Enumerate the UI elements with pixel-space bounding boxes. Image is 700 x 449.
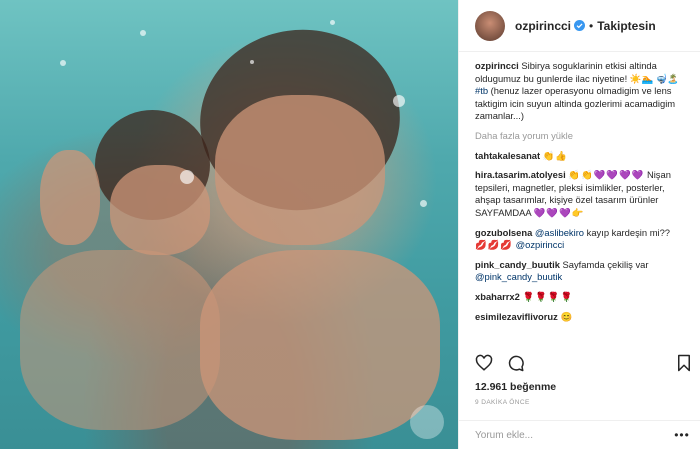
comment-emoji: 💋💋💋	[475, 239, 514, 251]
photo-body-shape	[200, 250, 440, 440]
comment-text: kayıp kardeşin mi??	[586, 226, 671, 238]
comment-item: gozubolsena @aslibekiro kayıp kardeşin m…	[475, 227, 692, 252]
comment-item: esimilezaviflivoruz 😊	[475, 311, 692, 324]
comment-bubble-icon[interactable]	[507, 354, 525, 372]
comment-emoji: 👏👍	[542, 149, 569, 161]
comment-item: tahtakalesanat 👏👍	[475, 150, 692, 163]
comment-username[interactable]: pink_candy_buutik	[475, 259, 560, 270]
load-more-comments[interactable]: Daha fazla yorum yükle	[475, 130, 692, 143]
bubble	[250, 60, 254, 64]
bookmark-icon[interactable]	[676, 354, 692, 372]
comment-item: hira.tasarim.atolyesi 👏👏💜💜💜💜 Nişan tepsi…	[475, 169, 692, 219]
add-comment-bar: •••	[459, 420, 700, 449]
comment-mention[interactable]: @aslibekiro	[535, 227, 584, 238]
avatar[interactable]	[475, 10, 505, 41]
caption-username[interactable]: ozpirincci	[475, 60, 519, 71]
more-options-icon[interactable]: •••	[674, 428, 690, 442]
comment-username[interactable]: esimilezaviflivoruz	[475, 311, 558, 322]
bubble	[330, 20, 335, 25]
post-actions	[475, 354, 525, 372]
header-username[interactable]: ozpirincci	[515, 19, 571, 33]
bubble	[180, 170, 194, 184]
comment-mention[interactable]: @pink_candy_buutik	[475, 271, 562, 282]
caption: ozpirincci Sibirya soguklarinin etkisi a…	[475, 60, 692, 123]
comment-emoji: 💜💜💜👉	[533, 206, 585, 218]
comment-username[interactable]: tahtakalesanat	[475, 150, 540, 161]
caption-text-3: (henuz lazer operasyonu olmadigim ve len…	[475, 85, 676, 122]
post-sidebar: ozpirincci • Takiptesin ozpirincci Sibir…	[458, 0, 700, 449]
bubble	[420, 200, 427, 207]
comment-username[interactable]: hira.tasarim.atolyesi	[475, 169, 566, 180]
bubble	[60, 60, 66, 66]
bubble	[393, 95, 405, 107]
comment-input[interactable]	[475, 429, 674, 441]
photo-hand-shape	[40, 150, 100, 245]
comment-item: xbaharrx2 🌹🌹🌹🌹	[475, 291, 692, 304]
post-header: ozpirincci • Takiptesin	[459, 0, 700, 52]
post-photo[interactable]	[0, 0, 458, 449]
photo-face-shape-2	[110, 165, 210, 255]
comments-list[interactable]: ozpirincci Sibirya soguklarinin etkisi a…	[475, 60, 692, 358]
like-heart-icon[interactable]	[475, 354, 493, 372]
post-timestamp[interactable]: 9 DAKİKA ÖNCE	[475, 399, 530, 406]
comment-item: pink_candy_buutik Sayfamda çekiliş var @…	[475, 259, 692, 284]
comment-emoji: 🌹🌹🌹🌹	[522, 290, 574, 302]
caption-hashtag[interactable]: #tb	[475, 85, 488, 96]
comment-emoji: 👏👏💜💜💜💜	[568, 169, 645, 181]
photo-face-shape	[215, 95, 385, 245]
caption-emoji: 🤿🏝️	[655, 72, 680, 84]
comment-username[interactable]: gozubolsena	[475, 227, 532, 238]
comment-mention[interactable]: @ozpirincci	[516, 239, 565, 250]
watermark-logo	[410, 405, 444, 439]
bubble	[140, 30, 146, 36]
follow-button[interactable]: Takiptesin	[597, 19, 655, 33]
separator-dot: •	[589, 18, 594, 33]
comment-text: Sayfamda çekiliş var	[562, 258, 649, 270]
likes-count[interactable]: 12.961 beğenme	[475, 381, 556, 393]
comment-username[interactable]: xbaharrx2	[475, 291, 520, 302]
verified-badge-icon	[574, 20, 586, 31]
comment-emoji: 😊	[560, 310, 574, 322]
photo-body-shape-2	[20, 250, 220, 430]
